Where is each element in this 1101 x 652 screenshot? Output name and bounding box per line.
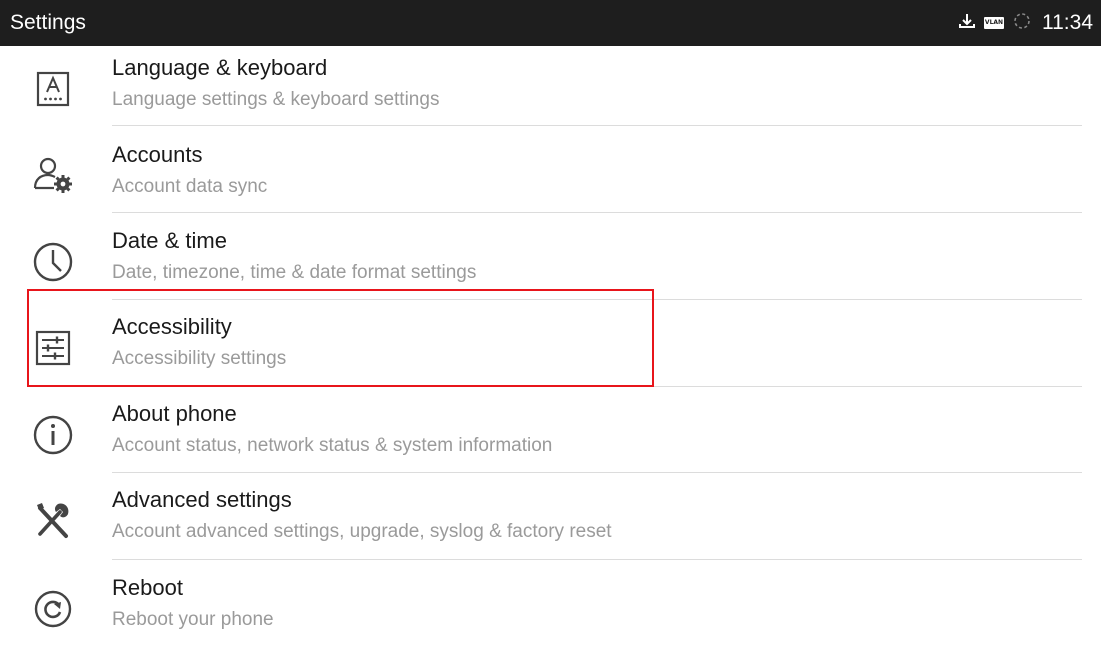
settings-item-title: Date & time [112,228,227,253]
settings-item-subtitle: Language settings & keyboard settings [112,89,440,110]
status-icons: VLAN 11:34 [958,9,1093,37]
clock-icon [30,239,76,285]
divider [112,212,1082,213]
settings-item-date-time[interactable]: Date & time Date, timezone, time & date … [0,219,1101,305]
accessibility-icon [30,325,76,371]
settings-item-title: Accounts [112,142,203,167]
settings-item-advanced-settings[interactable]: Advanced settings Account advanced setti… [0,478,1101,564]
status-clock: 11:34 [1042,11,1093,34]
settings-item-subtitle: Account status, network status & system … [112,435,553,456]
tools-icon [30,498,76,544]
accounts-icon [30,153,76,199]
settings-item-subtitle: Account data sync [112,176,268,197]
settings-item-reboot[interactable]: Reboot Reboot your phone [0,566,1101,652]
sync-icon [1012,11,1032,36]
settings-item-title: Reboot [112,575,183,600]
vlan-icon: VLAN [984,17,1004,29]
settings-item-accessibility[interactable]: Accessibility Accessibility settings [0,305,1101,391]
settings-item-language-keyboard[interactable]: Language & keyboard Language settings & … [0,46,1101,132]
divider [112,559,1082,560]
settings-item-accounts[interactable]: Accounts Account data sync [0,133,1101,219]
download-icon [958,12,976,35]
divider [112,472,1082,473]
settings-item-about-phone[interactable]: About phone Account status, network stat… [0,392,1101,478]
settings-item-subtitle: Reboot your phone [112,609,274,630]
settings-item-subtitle: Accessibility settings [112,348,287,369]
language-keyboard-icon [30,66,76,112]
reboot-icon [30,586,76,632]
divider [112,386,1082,387]
info-icon [30,412,76,458]
page-title: Settings [10,11,86,34]
status-bar: Settings VLAN 11:34 [0,0,1101,46]
settings-item-subtitle: Date, timezone, time & date format setti… [112,262,477,283]
settings-item-title: Accessibility [112,314,232,339]
settings-item-title: Advanced settings [112,487,292,512]
divider [112,299,1082,300]
settings-item-title: About phone [112,401,237,426]
settings-item-subtitle: Account advanced settings, upgrade, sysl… [112,521,612,542]
settings-item-title: Language & keyboard [112,55,328,80]
divider [112,125,1082,126]
